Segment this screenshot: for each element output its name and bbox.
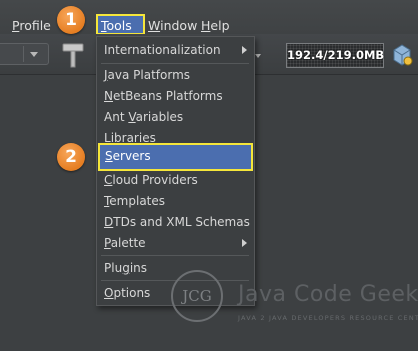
menu-item-cloud-providers[interactable]: Cloud Providers <box>98 170 253 190</box>
menu-item-label-prefix: Ant <box>104 110 129 124</box>
menu-profile[interactable]: Profile <box>12 18 51 33</box>
menu-item-label: emplates <box>109 194 166 208</box>
menu-item-templates[interactable]: Templates <box>98 191 253 211</box>
menu-item-palette[interactable]: Palette <box>98 233 253 253</box>
menu-item-mnemonic: N <box>104 89 113 103</box>
step-1-badge: 1 <box>57 6 85 34</box>
menu-item-label: ins <box>129 261 148 275</box>
menu-item-mnemonic: V <box>128 110 136 124</box>
menu-item-label: ptions <box>113 286 151 300</box>
menu-item-label: loud Providers <box>112 173 198 187</box>
menu-item-label: ariables <box>135 110 184 124</box>
menu-tools-label: ools <box>106 18 132 33</box>
menu-tools[interactable]: Tools <box>101 18 132 33</box>
submenu-arrow-icon <box>242 239 247 247</box>
menu-item-mnemonic: g <box>122 261 130 275</box>
menu-item-label-prefix: Plu <box>104 261 123 275</box>
menu-window-label: indow <box>160 18 198 33</box>
logo-tagline: JAVA 2 JAVA DEVELOPERS RESOURCE CENTER <box>238 314 418 322</box>
menu-item-netbeans-platforms[interactable]: NetBeans Platforms <box>98 86 253 106</box>
menu-help[interactable]: Help <box>201 18 230 33</box>
menu-item-label: alette <box>110 236 146 250</box>
menu-item-label: ervers <box>112 149 151 163</box>
menu-item-mnemonic: S <box>105 149 113 163</box>
menu-item-dtds-xml-schemas[interactable]: DTDs and XML Schemas <box>98 212 253 232</box>
menu-item-label: ava Platforms <box>107 68 191 82</box>
tools-dropdown-menu: Internationalization Java Platforms NetB… <box>96 36 255 306</box>
memory-indicator[interactable]: 192.4/219.0MB <box>286 43 384 68</box>
configuration-combo[interactable] <box>0 43 49 65</box>
menu-item-ant-variables[interactable]: Ant Variables <box>98 107 253 127</box>
menu-item-label: Internationalization <box>104 43 221 57</box>
menu-item-mnemonic: P <box>104 236 111 250</box>
memory-usage-text: 192.4/219.0MB <box>287 48 385 62</box>
menu-item-java-platforms[interactable]: Java Platforms <box>98 65 253 85</box>
chevron-down-icon[interactable] <box>255 54 261 58</box>
logo-name: Java Code Geeks <box>238 282 418 307</box>
menu-item-internationalization[interactable]: Internationalization <box>98 40 253 60</box>
menu-window[interactable]: Window <box>148 18 197 33</box>
menu-separator <box>101 255 249 256</box>
step-2-badge: 2 <box>57 143 85 171</box>
java-code-geeks-watermark: JCG Java Code Geeks JAVA 2 JAVA DEVELOPE… <box>166 268 418 338</box>
combo-separator <box>23 46 24 62</box>
menu-help-label: elp <box>210 18 230 33</box>
menu-item-label: TDs and XML Schemas <box>113 215 250 229</box>
menu-item-mnemonic: D <box>104 215 114 229</box>
submenu-arrow-icon <box>242 46 247 54</box>
menu-help-mnemonic: H <box>201 18 211 33</box>
garbage-collect-icon[interactable] <box>390 42 414 68</box>
menu-separator <box>101 63 249 64</box>
menu-profile-label: rofile <box>19 18 51 33</box>
hammer-icon[interactable] <box>62 42 84 68</box>
menu-item-servers[interactable]: Servers <box>98 143 253 171</box>
menu-item-label: etBeans Platforms <box>112 89 223 103</box>
menu-window-mnemonic: W <box>148 18 161 33</box>
logo-monogram: JCG <box>182 287 212 305</box>
chevron-down-icon[interactable] <box>30 52 38 57</box>
logo-emblem: JCG <box>171 270 223 322</box>
